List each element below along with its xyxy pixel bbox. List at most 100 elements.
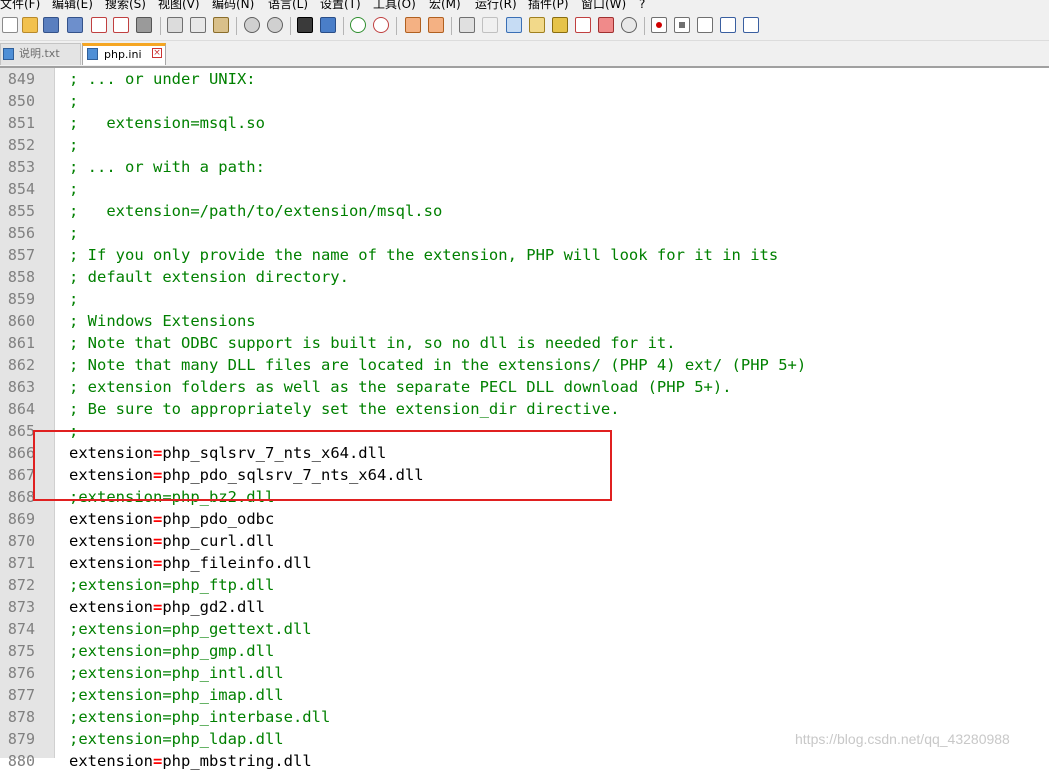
menu-language[interactable]: 语言(L) bbox=[268, 0, 308, 11]
folder-as-workspace-icon[interactable] bbox=[598, 17, 614, 33]
sync-vertical-icon[interactable] bbox=[405, 17, 421, 33]
comment-text: ; Note that many DLL files are located i… bbox=[69, 356, 807, 374]
open-file-icon[interactable] bbox=[22, 17, 38, 33]
menu-macro[interactable]: 宏(M) bbox=[429, 0, 461, 11]
comment-text: ;extension=php_intl.dll bbox=[69, 664, 284, 682]
code-line[interactable]: 874 ;extension=php_gettext.dll bbox=[0, 618, 1049, 640]
line-number: 878 bbox=[7, 708, 35, 726]
menu-tools[interactable]: 工具(O) bbox=[373, 0, 416, 11]
comment-text: ; bbox=[69, 180, 79, 198]
sync-horizontal-icon[interactable] bbox=[428, 17, 444, 33]
document-icon bbox=[3, 48, 14, 60]
code-line[interactable]: 871 extension=php_fileinfo.dll bbox=[0, 552, 1049, 574]
code-line[interactable]: 875 ;extension=php_gmp.dll bbox=[0, 640, 1049, 662]
line-number: 855 bbox=[7, 202, 35, 220]
run-macro-multiple-icon[interactable] bbox=[720, 17, 736, 33]
tab-php-ini[interactable]: php.ini × bbox=[82, 43, 166, 65]
code-line[interactable]: 855 ; extension=/path/to/extension/msql.s… bbox=[0, 200, 1049, 222]
code-text: ; ... or under UNIX: bbox=[69, 68, 256, 90]
menu-plugins[interactable]: 插件(P) bbox=[528, 0, 569, 11]
code-line[interactable]: 861 ; Note that ODBC support is built in,… bbox=[0, 332, 1049, 354]
cut-icon[interactable] bbox=[167, 17, 183, 33]
menu-search[interactable]: 搜索(S) bbox=[105, 0, 146, 11]
menu-edit[interactable]: 编辑(E) bbox=[52, 0, 93, 11]
code-line[interactable]: 876 ;extension=php_intl.dll bbox=[0, 662, 1049, 684]
record-macro-icon[interactable] bbox=[651, 17, 667, 33]
function-list-icon[interactable] bbox=[575, 17, 591, 33]
highlight-box bbox=[33, 430, 612, 501]
zoom-in-icon[interactable] bbox=[350, 17, 366, 33]
menu-run[interactable]: 运行(R) bbox=[475, 0, 517, 11]
menu-help[interactable]: ? bbox=[639, 0, 645, 11]
line-number: 853 bbox=[7, 158, 35, 176]
replace-icon[interactable] bbox=[320, 17, 336, 33]
code-line[interactable]: 858 ; default extension directory. bbox=[0, 266, 1049, 288]
code-editor[interactable]: 849; ... or under UNIX: 850; 851; extensio… bbox=[0, 68, 1049, 772]
menu-file[interactable]: 文件(F) bbox=[0, 0, 40, 11]
find-icon[interactable] bbox=[297, 17, 313, 33]
directive-key: extension bbox=[69, 532, 153, 550]
menu-settings[interactable]: 设置(T) bbox=[320, 0, 361, 11]
line-number: 860 bbox=[7, 312, 35, 330]
code-text: ; extension folders as well as the separ… bbox=[69, 376, 732, 398]
code-text: ; bbox=[69, 134, 78, 156]
menu-encoding[interactable]: 编码(N) bbox=[212, 0, 254, 11]
code-line[interactable]: 853 ; ... or with a path: bbox=[0, 156, 1049, 178]
copy-icon[interactable] bbox=[190, 17, 206, 33]
zoom-out-icon[interactable] bbox=[373, 17, 389, 33]
user-defined-language-icon[interactable] bbox=[529, 17, 545, 33]
tab-shuoming-txt[interactable]: 说明.txt bbox=[0, 43, 81, 65]
code-line[interactable]: 857 ; If you only provide the name of the… bbox=[0, 244, 1049, 266]
code-line[interactable]: 869 extension=php_pdo_odbc bbox=[0, 508, 1049, 530]
code-line[interactable]: 880 extension=php_mbstring.dll bbox=[0, 750, 1049, 772]
save-macro-icon[interactable] bbox=[743, 17, 759, 33]
code-text: ;extension=php_interbase.dll bbox=[69, 706, 330, 728]
comment-text: ; extension folders as well as the separ… bbox=[69, 378, 732, 396]
code-text: extension=php_curl.dll bbox=[69, 530, 274, 552]
code-line[interactable]: 860 ; Windows Extensions bbox=[0, 310, 1049, 332]
redo-icon[interactable] bbox=[267, 17, 283, 33]
watermark: https://blog.csdn.net/qq_43280988 bbox=[795, 731, 1010, 747]
code-line[interactable]: 870 extension=php_curl.dll bbox=[0, 530, 1049, 552]
code-line[interactable]: 864 ; Be sure to appropriately set the ex… bbox=[0, 398, 1049, 420]
line-number: 874 bbox=[7, 620, 35, 638]
monitoring-icon[interactable] bbox=[621, 17, 637, 33]
paste-icon[interactable] bbox=[213, 17, 229, 33]
close-all-icon[interactable] bbox=[113, 17, 129, 33]
code-line[interactable]: 854; bbox=[0, 178, 1049, 200]
indent-guide-icon[interactable] bbox=[506, 17, 522, 33]
assignment-operator: = bbox=[153, 752, 163, 770]
menu-window[interactable]: 窗口(W) bbox=[581, 0, 626, 11]
document-map-icon[interactable] bbox=[552, 17, 568, 33]
tab-label: 说明.txt bbox=[19, 47, 60, 60]
comment-text: ;extension=php_ftp.dll bbox=[69, 576, 275, 594]
save-icon[interactable] bbox=[43, 17, 59, 33]
code-line[interactable]: 856; bbox=[0, 222, 1049, 244]
line-number: 867 bbox=[7, 466, 35, 484]
code-line[interactable]: 872 ;extension=php_ftp.dll bbox=[0, 574, 1049, 596]
code-text: ; Windows Extensions bbox=[69, 310, 256, 332]
code-line[interactable]: 878 ;extension=php_interbase.dll bbox=[0, 706, 1049, 728]
playback-macro-icon[interactable] bbox=[697, 17, 713, 33]
code-line[interactable]: 873 extension=php_gd2.dll bbox=[0, 596, 1049, 618]
close-file-icon[interactable] bbox=[91, 17, 107, 33]
code-line[interactable]: 852; bbox=[0, 134, 1049, 156]
close-tab-icon[interactable]: × bbox=[152, 48, 162, 58]
show-all-characters-icon[interactable] bbox=[482, 17, 498, 33]
stop-recording-icon[interactable] bbox=[674, 17, 690, 33]
code-line[interactable]: 859; bbox=[0, 288, 1049, 310]
code-line[interactable]: 850; bbox=[0, 90, 1049, 112]
word-wrap-icon[interactable] bbox=[459, 17, 475, 33]
code-line[interactable]: 851 ; extension=msql.so bbox=[0, 112, 1049, 134]
print-icon[interactable] bbox=[136, 17, 152, 33]
undo-icon[interactable] bbox=[244, 17, 260, 33]
new-file-icon[interactable] bbox=[2, 17, 18, 33]
code-line[interactable]: 863 ; extension folders as well as the se… bbox=[0, 376, 1049, 398]
code-line[interactable]: 877 ;extension=php_imap.dll bbox=[0, 684, 1049, 706]
menu-view[interactable]: 视图(V) bbox=[158, 0, 200, 11]
code-line[interactable]: 849 ; ... or under UNIX: bbox=[0, 68, 1049, 90]
code-text: ;extension=php_imap.dll bbox=[69, 684, 284, 706]
comment-text: ; Be sure to appropriately set the exten… bbox=[69, 400, 620, 418]
code-line[interactable]: 862 ; Note that many DLL files are locate… bbox=[0, 354, 1049, 376]
save-all-icon[interactable] bbox=[67, 17, 83, 33]
